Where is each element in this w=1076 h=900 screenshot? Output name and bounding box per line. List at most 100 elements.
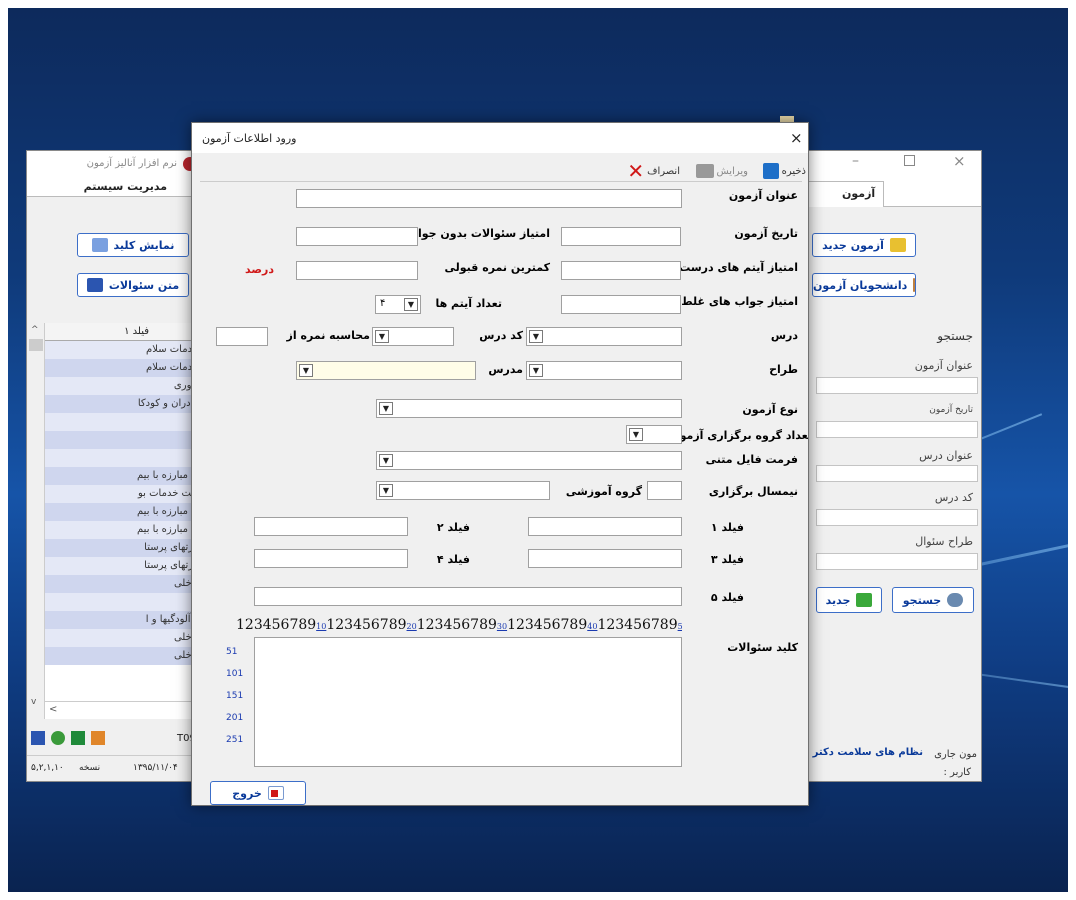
dropdown-arrow-icon[interactable]: ▼ bbox=[379, 402, 393, 415]
excel-icon[interactable] bbox=[71, 731, 85, 745]
table-row[interactable] bbox=[45, 449, 203, 467]
exit-button[interactable]: خروج bbox=[210, 781, 306, 805]
dropdown-arrow-icon[interactable]: ▼ bbox=[629, 428, 643, 441]
refresh-icon[interactable] bbox=[51, 731, 65, 745]
course-label: درس bbox=[770, 329, 798, 342]
exam-students-button[interactable]: دانشجویان آزمون bbox=[812, 273, 916, 297]
edu-group-select[interactable]: ▼ bbox=[376, 481, 550, 500]
table-row[interactable]: مادران و کودکا bbox=[45, 395, 203, 413]
search-course-title-input[interactable] bbox=[816, 465, 978, 482]
table-row[interactable]: ی مبارزه با بیم bbox=[45, 521, 203, 539]
scroll-down-icon[interactable]: v bbox=[31, 697, 36, 707]
scroll-thumb[interactable] bbox=[29, 339, 43, 351]
dropdown-arrow-icon[interactable]: ▼ bbox=[379, 484, 393, 497]
table-row[interactable]: ه آلودگیها و ا bbox=[45, 611, 203, 629]
course-select[interactable]: ▼ bbox=[526, 327, 682, 346]
horizontal-scrollbar[interactable]: < bbox=[45, 701, 207, 719]
dropdown-arrow-icon[interactable]: ▼ bbox=[404, 298, 418, 311]
group-count-select[interactable]: ▼ bbox=[626, 425, 682, 444]
dropdown-arrow-icon[interactable]: ▼ bbox=[299, 364, 313, 377]
table-row[interactable] bbox=[45, 413, 203, 431]
word-icon bbox=[86, 278, 103, 292]
line-number: 101 bbox=[226, 669, 244, 679]
secondary-window: – × آزمون آزمون جدید دانشجویان آزمون جست… bbox=[807, 150, 982, 782]
search-label-course-code: کد درس bbox=[934, 491, 973, 504]
minimize-icon[interactable]: – bbox=[852, 153, 859, 169]
table-row[interactable]: ریت خدمات بو bbox=[45, 485, 203, 503]
correct-score-input[interactable] bbox=[561, 261, 681, 280]
exam-type-select[interactable]: ▼ bbox=[376, 399, 682, 418]
search-designer-input[interactable] bbox=[816, 553, 978, 570]
tab-system-management[interactable]: مدیریت سیستم bbox=[84, 180, 167, 193]
scroll-up-icon[interactable]: ^ bbox=[31, 325, 39, 335]
exam-title-input[interactable] bbox=[296, 189, 682, 208]
table-row[interactable]: خدمات سلام bbox=[45, 359, 203, 377]
exam-date-input[interactable] bbox=[561, 227, 681, 246]
dialog-toolbar: انصراف ✕ ویرایش ذخیره bbox=[626, 161, 806, 183]
text-format-select[interactable]: ▼ bbox=[376, 451, 682, 470]
table-row[interactable]: بارتهای پرستا bbox=[45, 557, 203, 575]
cancel-button[interactable]: انصراف ✕ bbox=[626, 161, 680, 181]
line-number: 51 bbox=[226, 647, 238, 657]
table-row[interactable]: ی مبارزه با بیم bbox=[45, 467, 203, 485]
table-row[interactable]: بارتهای پرستا bbox=[45, 539, 203, 557]
field3-input[interactable] bbox=[528, 549, 682, 568]
dialog-close-icon[interactable]: × bbox=[790, 129, 803, 147]
answer-key-textarea[interactable] bbox=[254, 637, 682, 767]
search-course-code-input[interactable] bbox=[816, 509, 978, 526]
line-number: 201 bbox=[226, 713, 244, 723]
table-row[interactable]: اروری bbox=[45, 377, 203, 395]
semester-input[interactable] bbox=[647, 481, 682, 500]
teacher-select[interactable]: ▼ bbox=[296, 361, 476, 380]
field4-input[interactable] bbox=[254, 549, 408, 568]
exit-label: خروج bbox=[232, 786, 262, 800]
field1-input[interactable] bbox=[528, 517, 682, 536]
new-button[interactable]: جدید bbox=[816, 587, 882, 613]
save-disk-icon bbox=[762, 163, 779, 179]
grid-body: خدمات سلام خدمات سلام اروری مادران و کودکا ی… bbox=[45, 341, 207, 701]
field5-input[interactable] bbox=[254, 587, 682, 606]
word-export-icon[interactable] bbox=[31, 731, 45, 745]
table-row[interactable]: داخلی bbox=[45, 647, 203, 665]
table-row[interactable]: داخلی bbox=[45, 629, 203, 647]
semester-label: نیمسال برگزاری bbox=[708, 485, 798, 498]
new-exam-button[interactable]: آزمون جدید bbox=[812, 233, 916, 257]
no-answer-score-input[interactable] bbox=[296, 227, 418, 246]
window-close-icon[interactable]: × bbox=[953, 152, 966, 170]
questions-text-button[interactable]: متن سئوالات bbox=[77, 273, 189, 297]
grid-header[interactable]: فیلد ۱ bbox=[45, 323, 207, 341]
designer-select[interactable]: ▼ bbox=[526, 361, 682, 380]
search-exam-date-input[interactable] bbox=[816, 421, 978, 438]
table-row[interactable]: داخلی bbox=[45, 575, 203, 593]
dropdown-arrow-icon[interactable]: ▼ bbox=[379, 454, 393, 467]
scroll-left-icon[interactable]: < bbox=[49, 704, 57, 715]
field2-input[interactable] bbox=[254, 517, 408, 536]
table-row[interactable] bbox=[45, 431, 203, 449]
search-exam-title-input[interactable] bbox=[816, 377, 978, 394]
wrong-score-input[interactable] bbox=[561, 295, 681, 314]
maximize-icon[interactable] bbox=[904, 155, 915, 166]
designer-label: طراح bbox=[769, 363, 798, 376]
min-pass-input[interactable] bbox=[296, 261, 418, 280]
field4-label: فیلد ۴ bbox=[436, 553, 470, 566]
table-row[interactable]: ی مبارزه با بیم bbox=[45, 503, 203, 521]
dropdown-arrow-icon[interactable]: ▼ bbox=[529, 330, 543, 343]
table-row[interactable] bbox=[45, 593, 203, 611]
search-button[interactable]: جستجو bbox=[892, 587, 974, 613]
course-code-select[interactable]: ▼ bbox=[372, 327, 454, 346]
powerpoint-icon[interactable] bbox=[91, 731, 105, 745]
score-calc-input[interactable] bbox=[216, 327, 268, 346]
exam-title-label: عنوان آزمون bbox=[728, 189, 798, 202]
tab-exam-label: آزمون bbox=[842, 187, 876, 200]
current-exam-value: نظام های سلامت دکتر bbox=[812, 747, 923, 758]
dropdown-arrow-icon[interactable]: ▼ bbox=[529, 364, 543, 377]
line-number: 251 bbox=[226, 735, 244, 745]
students-icon bbox=[913, 278, 915, 292]
table-row[interactable]: خدمات سلام bbox=[45, 341, 203, 359]
save-button[interactable]: ذخیره bbox=[752, 161, 806, 181]
show-key-button[interactable]: نمایش کلید bbox=[77, 233, 189, 257]
dropdown-arrow-icon[interactable]: ▼ bbox=[375, 330, 389, 343]
grid-scrollbar[interactable] bbox=[27, 323, 45, 719]
edit-button[interactable]: ویرایش bbox=[686, 161, 748, 181]
item-count-select[interactable]: ۴ ▼ bbox=[375, 295, 421, 314]
